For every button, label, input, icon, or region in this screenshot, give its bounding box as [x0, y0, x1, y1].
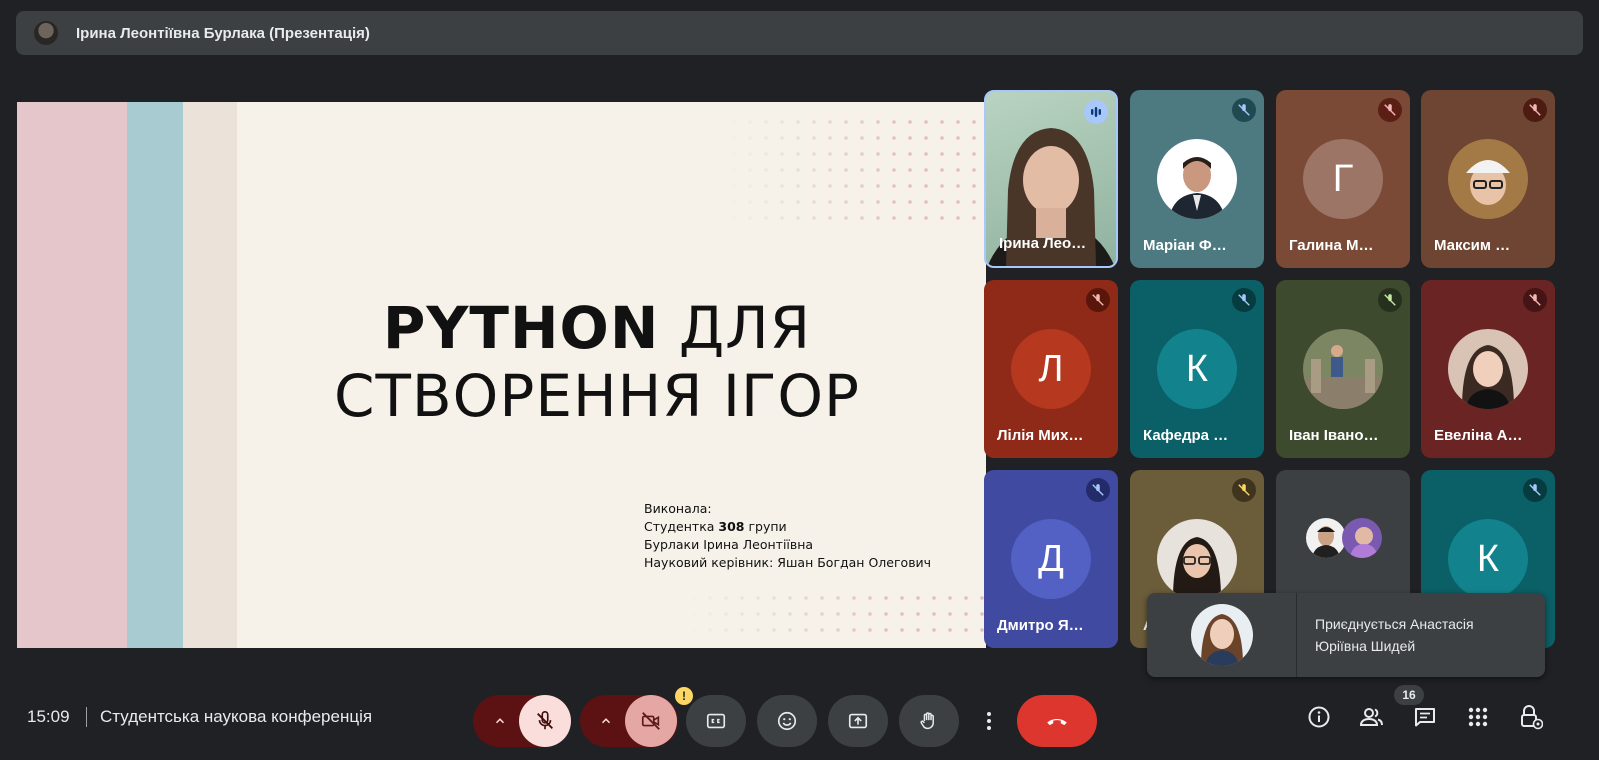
participant-name: Максим … [1434, 237, 1511, 254]
mic-off-icon [1232, 478, 1256, 502]
presenter-avatar [34, 21, 58, 45]
participant-name: Кафедра … [1143, 427, 1229, 444]
end-call-icon [1047, 718, 1067, 726]
participant-tile[interactable]: Д Дмитро Я… [984, 470, 1118, 648]
slide-stripe-pink [17, 102, 127, 648]
mic-toggle-button[interactable] [519, 695, 571, 747]
raise-hand-icon [920, 712, 934, 730]
participant-name: Евеліна А… [1434, 427, 1523, 444]
presentation-slide: PYTHON ДЛЯ СТВОРЕННЯ ІГОР Виконала: Студ… [17, 102, 986, 648]
people-icon [1359, 708, 1383, 726]
divider [86, 707, 87, 727]
participant-name: Лілія Мих… [997, 427, 1084, 444]
audio-options-button[interactable] [476, 695, 524, 747]
meeting-details-button[interactable] [1301, 699, 1337, 735]
presentation-header: Ірина Леонтіївна Бурлака (Презентація) [16, 11, 1583, 55]
slide-stripe-beige [183, 102, 237, 648]
mic-off-icon [1378, 288, 1402, 312]
chat-icon [1415, 708, 1435, 727]
present-icon [848, 713, 868, 729]
join-notification-text: Приєднується Анастасія Юріївна Шидей [1315, 616, 1474, 654]
chevron-up-icon [601, 718, 611, 724]
participant-avatar [1157, 139, 1237, 219]
camera-toggle-button[interactable] [625, 695, 677, 747]
raise-hand-button[interactable] [899, 695, 959, 747]
participant-group-avatars [1306, 518, 1386, 562]
camera-warning-badge: ! [675, 687, 693, 705]
participant-avatar [1303, 329, 1383, 409]
current-time: 15:09 [27, 707, 70, 726]
participant-tile[interactable]: К Кафедра … [1130, 280, 1264, 458]
meeting-name: Студентська наукова конференція [100, 707, 373, 726]
mic-off-icon [1086, 288, 1110, 312]
mic-off-icon [537, 711, 553, 730]
mic-off-icon [1523, 288, 1547, 312]
mic-off-icon [1378, 98, 1402, 122]
participant-initial: Л [1011, 329, 1091, 409]
participant-name: Дмитро Я… [997, 617, 1084, 634]
participant-initial: К [1157, 329, 1237, 409]
participant-initial: Г [1303, 139, 1383, 219]
host-controls-icon [1521, 705, 1543, 730]
participant-tile[interactable]: Г Галина М… [1276, 90, 1410, 268]
activities-button[interactable] [1460, 699, 1496, 735]
participant-tile[interactable]: Іван Івано… [1276, 280, 1410, 458]
participant-avatar [1448, 139, 1528, 219]
mic-off-icon [1086, 478, 1110, 502]
people-button[interactable] [1354, 699, 1390, 735]
present-now-button[interactable] [828, 695, 888, 747]
participant-tile[interactable]: Маріан Ф… [1130, 90, 1264, 268]
speaking-icon [1084, 100, 1108, 124]
participant-tile[interactable]: Максим … [1421, 90, 1555, 268]
slide-title: PYTHON ДЛЯ СТВОРЕННЯ ІГОР [333, 294, 861, 430]
call-controls-bar: 15:09 Студентська наукова конференція ! … [0, 683, 1599, 753]
mic-off-icon [1523, 98, 1547, 122]
presentation-title: Ірина Леонтіївна Бурлака (Презентація) [76, 24, 370, 42]
join-notification: Приєднується Анастасія Юріївна Шидей [1147, 593, 1545, 677]
mic-off-icon [1232, 98, 1256, 122]
leave-call-button[interactable] [1017, 695, 1097, 747]
more-options-button[interactable] [974, 695, 1004, 747]
participant-name: Маріан Ф… [1143, 237, 1227, 254]
participant-tile[interactable]: Евеліна А… [1421, 280, 1555, 458]
camera-off-icon [641, 712, 660, 730]
slide-stripe-blue [127, 102, 183, 648]
info-icon [1308, 706, 1330, 728]
joining-participant-avatar [1147, 593, 1297, 677]
captions-icon [706, 713, 726, 729]
slide-author-info: Виконала: Студентка 308 групи Бурлаки Ір… [644, 501, 932, 570]
participant-tile[interactable]: Ірина Лео… [984, 90, 1118, 268]
captions-button[interactable] [686, 695, 746, 747]
slide-dot-pattern-top [726, 114, 986, 224]
slide-dot-pattern-bottom [686, 590, 986, 638]
reactions-button[interactable] [757, 695, 817, 747]
participant-name: Ірина Лео… [999, 235, 1087, 252]
video-options-button[interactable] [582, 695, 630, 747]
participant-name: Галина М… [1289, 237, 1374, 254]
participant-tile[interactable]: Л Лілія Мих… [984, 280, 1118, 458]
more-vert-icon [987, 712, 991, 730]
participant-name: Іван Івано… [1289, 427, 1379, 444]
mic-off-icon [1523, 478, 1547, 502]
participant-avatar [1157, 519, 1237, 599]
chevron-up-icon [495, 718, 505, 724]
host-controls-button[interactable] [1513, 699, 1549, 735]
participant-initial: Д [1011, 519, 1091, 599]
participant-initial: К [1448, 519, 1528, 599]
participant-avatar [1448, 329, 1528, 409]
mic-off-icon [1232, 288, 1256, 312]
apps-icon [1468, 707, 1488, 727]
emoji-icon [777, 711, 797, 731]
chat-button[interactable] [1407, 699, 1443, 735]
